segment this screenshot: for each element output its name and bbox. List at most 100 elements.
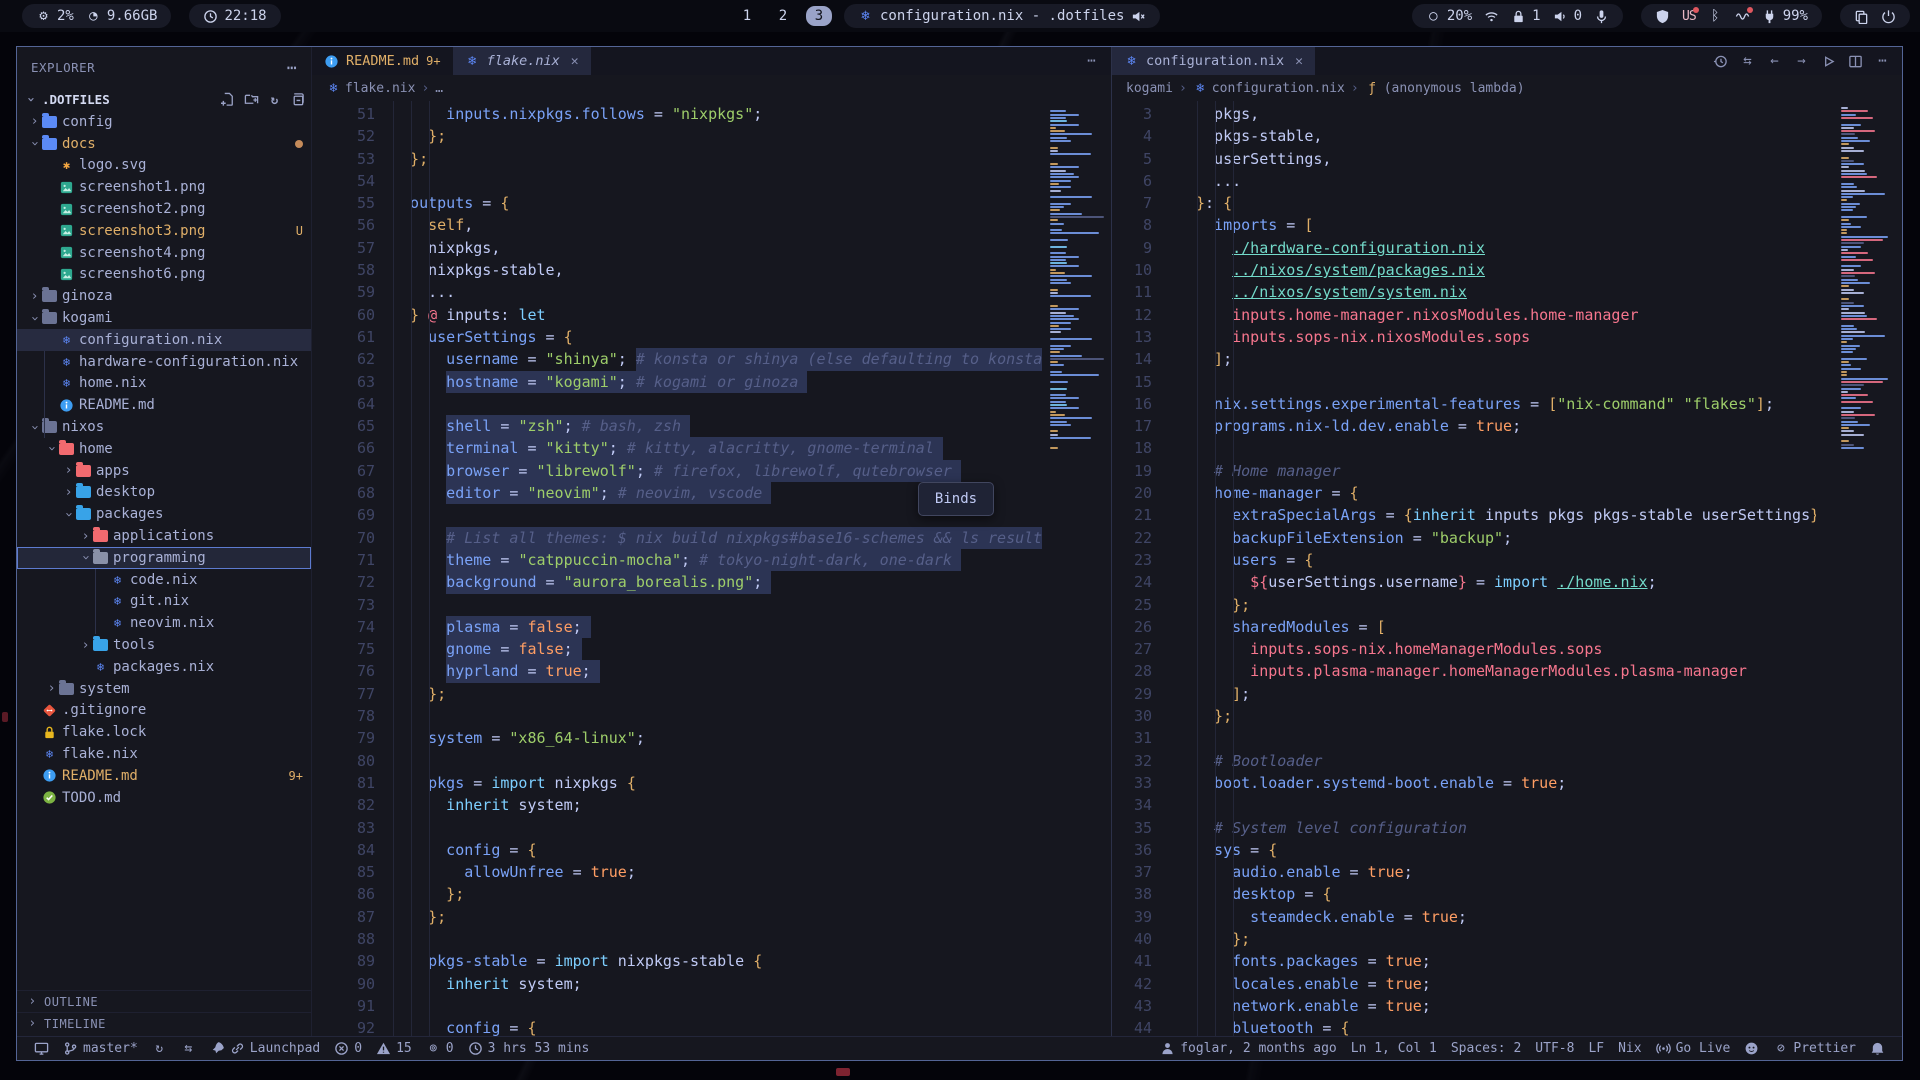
forward-icon[interactable]: → bbox=[1794, 54, 1809, 69]
tree-folder-docs[interactable]: ›docs bbox=[17, 133, 311, 155]
lock-indicator[interactable]: 1 bbox=[1511, 8, 1540, 24]
tree-file-screenshot3.png[interactable]: screenshot3.pngU bbox=[17, 220, 311, 242]
compare-icon[interactable]: ⇆ bbox=[1740, 54, 1755, 69]
status-utf-8[interactable]: UTF-8 bbox=[1528, 1041, 1581, 1056]
minimap[interactable] bbox=[1047, 101, 1109, 1036]
tree-file-.gitignore[interactable]: .gitignore bbox=[17, 700, 311, 722]
tree-file-readme.md[interactable]: README.md bbox=[17, 394, 311, 416]
breadcrumb-item[interactable]: kogami bbox=[1126, 81, 1173, 96]
sidebar-section-outline[interactable]: ›OUTLINE bbox=[17, 990, 311, 1012]
gear-indicator[interactable]: ⚙2% bbox=[36, 8, 74, 24]
tree-folder-apps[interactable]: ›apps bbox=[17, 460, 311, 482]
tree-folder-packages[interactable]: ›packages bbox=[17, 503, 311, 525]
close-tab-icon[interactable]: ✕ bbox=[571, 54, 579, 69]
breadcrumb-item[interactable]: ❄flake.nix bbox=[326, 81, 415, 96]
breadcrumb[interactable]: kogami›❄configuration.nix›ƒ(anonymous la… bbox=[1112, 75, 1902, 101]
sidebar-section-timeline[interactable]: ›TIMELINE bbox=[17, 1012, 311, 1034]
tree-file-packages.nix[interactable]: ❄packages.nix bbox=[17, 656, 311, 678]
tree-file-flake.lock[interactable]: flake.lock bbox=[17, 721, 311, 743]
tab-readme.md[interactable]: README.md9+ bbox=[312, 47, 453, 75]
tree-folder-desktop[interactable]: ›desktop bbox=[17, 482, 311, 504]
tree-folder-tools[interactable]: ›tools bbox=[17, 634, 311, 656]
tree-folder-config[interactable]: ›config bbox=[17, 111, 311, 133]
tree-folder-applications[interactable]: ›applications bbox=[17, 525, 311, 547]
workspace-3[interactable]: 3 bbox=[806, 6, 832, 26]
tree-folder-system[interactable]: ›system bbox=[17, 678, 311, 700]
tree-file-git.nix[interactable]: ❄git.nix bbox=[17, 591, 311, 613]
wifi-indicator[interactable] bbox=[1484, 9, 1499, 24]
tree-folder-home[interactable]: ›home bbox=[17, 438, 311, 460]
tab-flake.nix[interactable]: ❄flake.nix✕ bbox=[453, 47, 591, 75]
tab-configuration.nix[interactable]: ❄configuration.nix✕ bbox=[1112, 47, 1315, 75]
tree-file-neovim.nix[interactable]: ❄neovim.nix bbox=[17, 612, 311, 634]
explorer-more-actions-icon[interactable]: ⋯ bbox=[287, 58, 297, 77]
status-prettier[interactable]: ⊘Prettier bbox=[1766, 1041, 1863, 1056]
plug-indicator[interactable]: 99% bbox=[1762, 8, 1808, 24]
minimap[interactable] bbox=[1838, 101, 1900, 1036]
tree-file-logo.svg[interactable]: ✱logo.svg bbox=[17, 155, 311, 177]
tree-folder-nixos[interactable]: ›nixos bbox=[17, 416, 311, 438]
refresh-icon[interactable]: ↻ bbox=[267, 92, 282, 107]
tree-file-todo.md[interactable]: TODO.md bbox=[17, 787, 311, 809]
clipboard-indicator[interactable] bbox=[1854, 9, 1869, 24]
clock-indicator[interactable]: 22:18 bbox=[203, 8, 266, 24]
status-foglar-2-months-ago[interactable]: foglar, 2 months ago bbox=[1153, 1041, 1344, 1056]
status-15[interactable]: 15 bbox=[369, 1041, 419, 1056]
split-editor-icon[interactable] bbox=[1848, 54, 1863, 69]
tree-file-code.nix[interactable]: ❄code.nix bbox=[17, 569, 311, 591]
tree-file-hardware-configuration.nix[interactable]: ❄hardware-configuration.nix bbox=[17, 351, 311, 373]
status-bell-icon[interactable] bbox=[1863, 1041, 1892, 1056]
wave-indicator[interactable] bbox=[1735, 9, 1750, 24]
tree-file-readme.md[interactable]: README.md9+ bbox=[17, 765, 311, 787]
more-actions-icon[interactable]: ⋯ bbox=[1875, 54, 1890, 69]
status-3-hrs-53-mins[interactable]: 3 hrs 53 mins bbox=[461, 1041, 597, 1056]
tree-file-screenshot6.png[interactable]: screenshot6.png bbox=[17, 264, 311, 286]
tree-folder-ginoza[interactable]: ›ginoza bbox=[17, 285, 311, 307]
breadcrumb-item[interactable]: ❄configuration.nix bbox=[1193, 81, 1345, 96]
tree-file-screenshot1.png[interactable]: screenshot1.png bbox=[17, 176, 311, 198]
back-icon[interactable]: ← bbox=[1767, 54, 1782, 69]
mic-indicator[interactable] bbox=[1594, 9, 1609, 24]
workspace-root-row[interactable]: › .DOTFILES ↻ bbox=[17, 87, 311, 111]
breadcrumb-item[interactable]: ƒ(anonymous lambda) bbox=[1365, 81, 1525, 96]
tree-file-home.nix[interactable]: ❄home.nix bbox=[17, 373, 311, 395]
power-indicator[interactable] bbox=[1881, 9, 1896, 24]
status-launchpad[interactable]: Launchpad bbox=[203, 1041, 327, 1056]
breadcrumb-item[interactable]: … bbox=[435, 81, 443, 96]
code-editor-flake[interactable]: 51 inputs.nixpkgs.follows = "nixpkgs";52… bbox=[312, 101, 1111, 1036]
shield-indicator[interactable] bbox=[1655, 9, 1670, 24]
tree-folder-programming[interactable]: ›programming bbox=[17, 547, 311, 569]
status-0[interactable]: ⊚0 bbox=[419, 1041, 461, 1056]
new-folder-icon[interactable] bbox=[244, 92, 259, 107]
tree-folder-kogami[interactable]: ›kogami bbox=[17, 307, 311, 329]
status-remote-monitor-icon[interactable] bbox=[27, 1041, 56, 1056]
tree-file-configuration.nix[interactable]: ❄configuration.nix bbox=[17, 329, 311, 351]
tree-file-screenshot2.png[interactable]: screenshot2.png bbox=[17, 198, 311, 220]
collapse-all-icon[interactable] bbox=[290, 92, 305, 107]
status-spaces-2[interactable]: Spaces: 2 bbox=[1444, 1041, 1528, 1056]
code-editor-configuration[interactable]: 3 pkgs,4 pkgs-stable,5 userSettings,6 ..… bbox=[1112, 101, 1902, 1036]
new-file-icon[interactable] bbox=[221, 92, 236, 107]
gauge-indicator[interactable]: ◔9.66GB bbox=[86, 8, 158, 24]
tree-file-flake.nix[interactable]: ❄flake.nix bbox=[17, 743, 311, 765]
workspace-2[interactable]: 2 bbox=[770, 8, 796, 24]
status-0[interactable]: 0 bbox=[327, 1041, 369, 1056]
status-go-live[interactable]: Go Live bbox=[1649, 1041, 1738, 1056]
tree-file-screenshot4.png[interactable]: screenshot4.png bbox=[17, 242, 311, 264]
status-nix[interactable]: Nix bbox=[1611, 1041, 1648, 1056]
bluetooth-indicator[interactable]: ᛒ bbox=[1708, 9, 1723, 24]
breadcrumb[interactable]: ❄flake.nix›… bbox=[312, 75, 1111, 101]
status-compare-icon[interactable]: ⇆ bbox=[174, 1041, 203, 1056]
history-icon[interactable] bbox=[1713, 54, 1728, 69]
close-tab-icon[interactable]: ✕ bbox=[1295, 54, 1303, 69]
speaker-indicator[interactable]: 0 bbox=[1553, 8, 1582, 24]
circle-indicator[interactable]: ○20% bbox=[1426, 8, 1472, 24]
run-icon[interactable] bbox=[1821, 54, 1836, 69]
status-ln-1-col-1[interactable]: Ln 1, Col 1 bbox=[1344, 1041, 1444, 1056]
more-actions-icon[interactable]: ⋯ bbox=[1084, 54, 1099, 69]
status-github-icon[interactable] bbox=[1737, 1041, 1766, 1056]
status-lf[interactable]: LF bbox=[1581, 1041, 1611, 1056]
keyboard-layout-indicator[interactable]: US bbox=[1682, 9, 1696, 24]
status-master[interactable]: master* bbox=[56, 1041, 145, 1056]
workspace-1[interactable]: 1 bbox=[734, 8, 760, 24]
